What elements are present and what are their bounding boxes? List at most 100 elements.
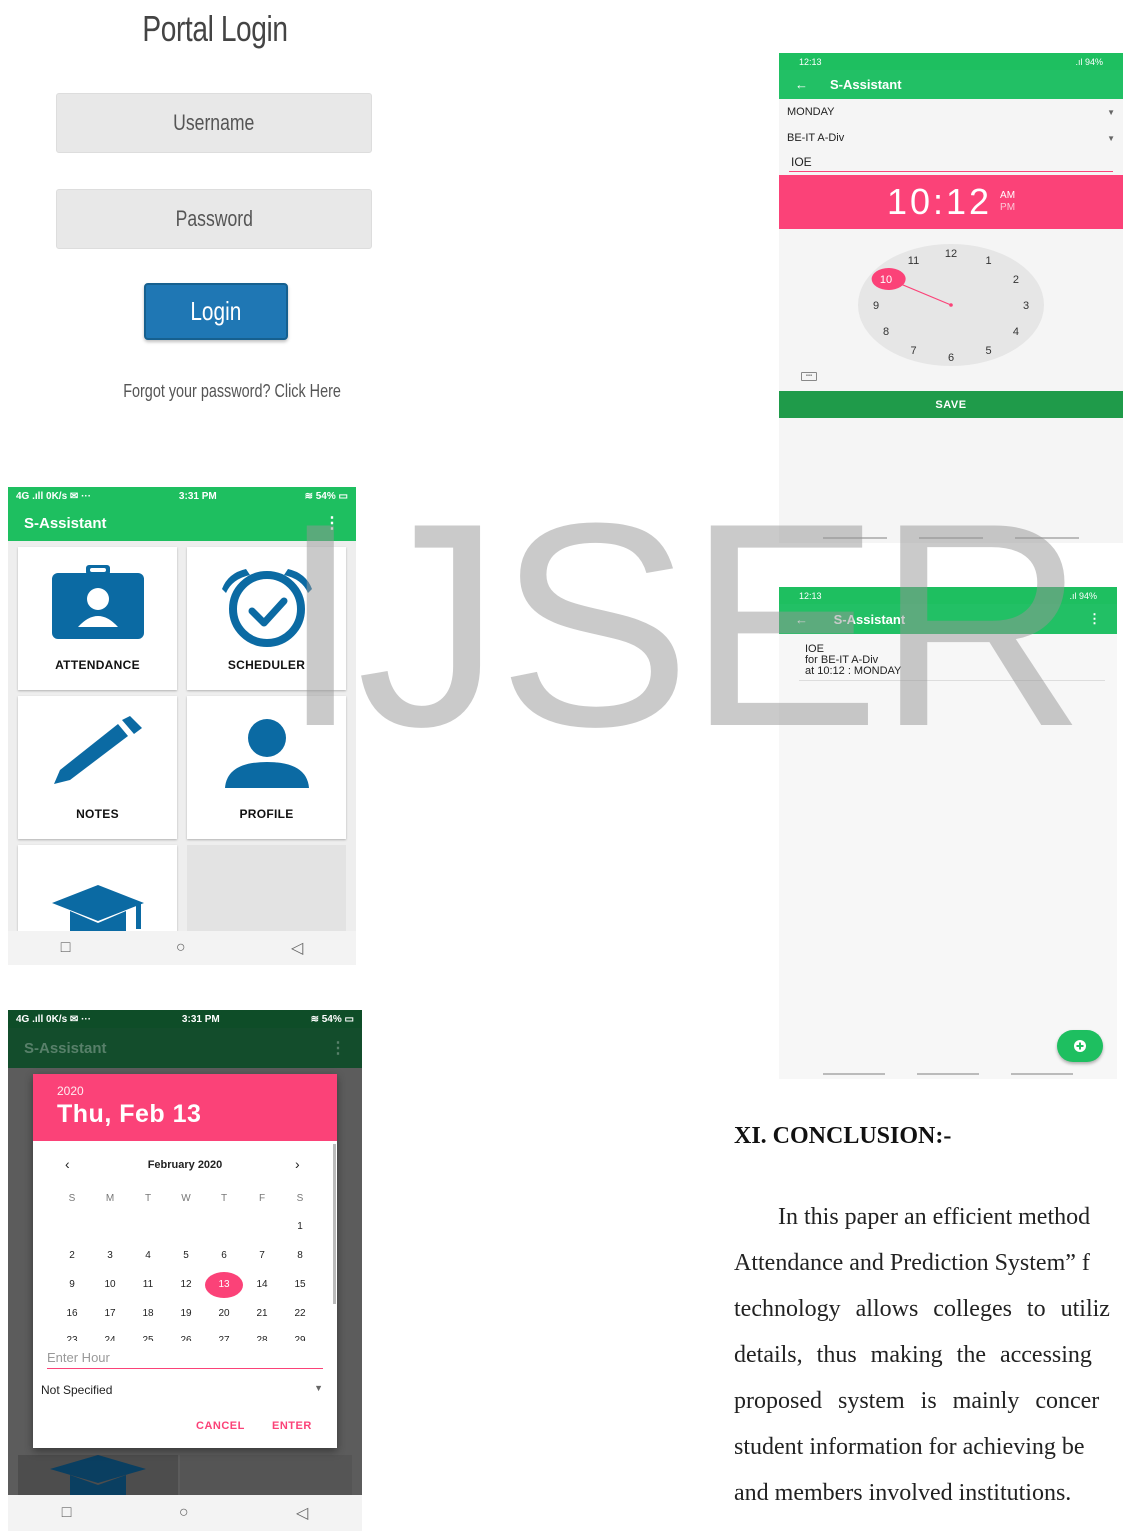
clock-number[interactable]: 6 [948,352,954,364]
tile-scheduler[interactable]: SCHEDULER [187,547,346,690]
back-icon[interactable]: ◁ [291,938,303,958]
clock-number[interactable]: 10 [880,274,892,286]
keyboard-icon[interactable]: ▪▪▪ [801,372,817,381]
divider [823,537,887,539]
calendar-day[interactable]: 19 [167,1308,205,1319]
calendar-day[interactable]: 4 [129,1250,167,1261]
clock-number[interactable]: 3 [1023,300,1029,312]
clock-number[interactable]: 4 [1013,326,1019,338]
calendar-day[interactable]: 12 [167,1279,205,1298]
weekday-label: T [144,1193,152,1204]
clock-number[interactable]: 9 [873,300,879,312]
weekday-label: M [105,1193,115,1204]
subject-field[interactable]: IOE [789,151,1113,172]
tile-notes[interactable]: NOTES [18,696,177,839]
back-icon[interactable]: ◁ [296,1503,308,1523]
time-value[interactable]: 10:12 [887,181,992,223]
year-label[interactable]: 2020 [57,1084,313,1098]
pm-label[interactable]: PM [1000,202,1015,214]
home-icon[interactable]: ○ [176,939,186,957]
conclusion-line: In this paper an efficient method [778,1204,1091,1230]
calendar-day[interactable]: 10 [91,1279,129,1298]
overflow-menu-icon[interactable]: ⋮ [324,513,340,533]
tile-attendance[interactable]: ATTENDANCE [18,547,177,690]
clock-number[interactable]: 8 [883,326,889,338]
calendar-day[interactable]: 9 [53,1279,91,1298]
calendar-day [91,1221,129,1232]
app-bar: ← S-Assistant [779,70,1123,99]
calendar-day[interactable]: 18 [129,1308,167,1319]
calendar-day[interactable]: 24 [91,1335,129,1341]
clock-number[interactable]: 7 [910,345,916,357]
calendar-day[interactable]: 14 [243,1279,281,1298]
status-bar: 4G .ıll 0K/s ✉ ··· 3:31 PM ≋ 54% ▭ [8,1010,362,1028]
password-field[interactable]: Password [56,189,372,249]
divider [917,1073,979,1075]
save-button[interactable]: SAVE [779,391,1123,418]
calendar-day[interactable]: 11 [129,1279,167,1298]
clock-number[interactable]: 1 [985,255,991,267]
forgot-password-link[interactable]: Forgot your password? Click Here [96,381,341,402]
day-value: MONDAY [787,106,835,118]
recent-apps-icon[interactable]: □ [61,939,71,957]
calendar-day[interactable]: 5 [167,1250,205,1261]
clock-number[interactable]: 5 [985,345,991,357]
calendar-day[interactable]: 1 [281,1221,319,1232]
tile-courses[interactable] [18,845,177,931]
add-fab[interactable] [1057,1030,1103,1062]
tile-profile[interactable]: PROFILE [187,696,346,839]
conclusion-heading: XI. CONCLUSION:- [734,1123,952,1149]
back-arrow-icon[interactable]: ← [795,612,808,627]
calendar-day[interactable]: 29 [281,1335,319,1341]
home-icon[interactable]: ○ [179,1504,189,1522]
calendar-day[interactable]: 23 [53,1335,91,1341]
scrollbar[interactable] [333,1144,336,1304]
divider [823,1073,885,1075]
ampm-toggle: AM PM [1000,190,1015,214]
divider [1015,537,1079,539]
calendar-day[interactable]: 3 [91,1250,129,1261]
overflow-menu-icon[interactable]: ⋮ [1088,611,1101,627]
calendar-day[interactable]: 27 [205,1335,243,1341]
username-field[interactable]: Username [56,93,372,153]
calendar-day[interactable]: 16 [53,1308,91,1319]
clock-number[interactable]: 11 [908,255,919,267]
calendar-day[interactable]: 6 [205,1250,243,1261]
calendar-week: 16 17 18 19 20 21 22 [53,1308,319,1319]
app-title: S-Assistant [24,1039,107,1057]
calendar-day-selected[interactable]: 13 [205,1272,243,1298]
login-button[interactable]: Login [144,283,288,340]
calendar-day[interactable]: 7 [243,1250,281,1261]
am-label[interactable]: AM [1000,190,1015,202]
calendar-day[interactable]: 26 [167,1335,205,1341]
date-picker-screen: 4G .ıll 0K/s ✉ ··· 3:31 PM ≋ 54% ▭ S-Ass… [8,1010,362,1531]
divider [799,680,1105,681]
calendar-day[interactable]: 2 [53,1250,91,1261]
calendar-day[interactable]: 15 [281,1279,319,1298]
clock-face[interactable]: 121234567891011 [858,243,1044,367]
not-specified-spinner[interactable]: Not Specified ▼ [41,1383,323,1397]
tile-label: ATTENDANCE [55,658,140,672]
next-month-icon[interactable]: › [295,1156,300,1172]
calendar-day[interactable]: 17 [91,1308,129,1319]
calendar-day[interactable]: 8 [281,1250,319,1261]
clock-center [949,303,953,307]
back-arrow-icon[interactable]: ← [795,77,808,92]
recent-apps-icon[interactable]: □ [62,1504,72,1522]
overflow-menu-icon[interactable]: ⋮ [330,1038,346,1058]
calendar-day[interactable]: 21 [243,1308,281,1319]
dropdown-arrow-icon: ▼ [1107,107,1115,117]
clock-number[interactable]: 2 [1013,274,1019,286]
calendar-day[interactable]: 28 [243,1335,281,1341]
division-spinner[interactable]: BE-IT A-Div ▼ [779,125,1123,151]
calendar-day[interactable]: 20 [205,1308,243,1319]
enter-button[interactable]: ENTER [272,1420,312,1432]
calendar-day[interactable]: 22 [281,1308,319,1319]
cancel-button[interactable]: CANCEL [196,1420,245,1432]
schedule-list-item[interactable]: IOE for BE-IT A-Div at 10:12 : MONDAY [805,644,901,677]
clock-number[interactable]: 12 [945,248,957,260]
calendar-day[interactable]: 25 [129,1335,167,1341]
enter-hour-field[interactable]: Enter Hour [47,1350,323,1369]
day-spinner[interactable]: MONDAY ▼ [779,99,1123,125]
divider [1011,1073,1073,1075]
